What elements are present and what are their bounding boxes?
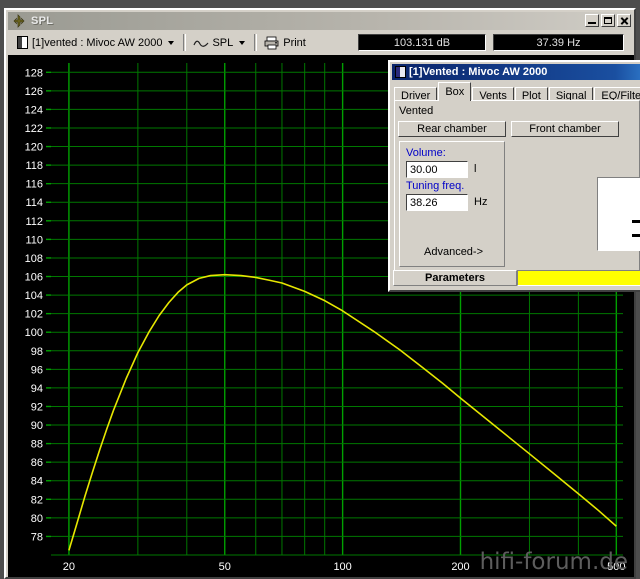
box-preview-panel — [597, 177, 640, 251]
svg-text:200: 200 — [451, 561, 469, 573]
box-tab-page: Vented Rear chamber Front chamber Volume… — [394, 100, 640, 272]
readout-db: 103.131 dB — [358, 34, 486, 51]
svg-text:20: 20 — [63, 561, 75, 573]
window-controls — [585, 14, 631, 27]
svg-text:112: 112 — [25, 216, 43, 228]
spl-title-bar[interactable]: SPL — [8, 12, 634, 30]
svg-text:110: 110 — [25, 234, 43, 246]
svg-text:96: 96 — [31, 364, 43, 376]
chevron-down-icon — [239, 40, 246, 45]
tuning-freq-input[interactable]: 38.26 — [406, 194, 468, 211]
volume-label: Volume: — [406, 147, 446, 159]
curve-icon — [193, 37, 209, 49]
svg-text:108: 108 — [25, 253, 43, 265]
svg-text:50: 50 — [219, 561, 231, 573]
toolbar-separator — [183, 34, 187, 51]
box-dialog-tabs: Driver Box Vents Plot Signal EQ/Filter — [394, 82, 640, 103]
svg-text:122: 122 — [25, 123, 43, 135]
svg-text:124: 124 — [25, 104, 43, 116]
svg-text:88: 88 — [31, 439, 43, 451]
svg-text:126: 126 — [25, 86, 43, 98]
volume-unit: l — [474, 163, 477, 175]
rear-chamber-button[interactable]: Rear chamber — [398, 121, 506, 137]
svg-text:92: 92 — [31, 401, 43, 413]
book-icon — [395, 66, 406, 78]
volume-input[interactable]: 30.00 — [406, 161, 468, 178]
svg-text:78: 78 — [31, 531, 43, 543]
svg-text:98: 98 — [31, 346, 43, 358]
box-dialog-title: [1]Vented : Mivoc AW 2000 — [409, 66, 548, 78]
front-chamber-button[interactable]: Front chamber — [511, 121, 619, 137]
svg-text:86: 86 — [31, 457, 43, 469]
box-type-label: Vented — [399, 105, 434, 117]
svg-text:118: 118 — [25, 160, 43, 172]
view-combo[interactable]: SPL — [189, 32, 252, 53]
desktop: SPL [1]vented : Mivoc AW 2000 SPL Print … — [0, 0, 640, 579]
parameters-highlight — [517, 270, 640, 286]
print-button[interactable]: Print — [260, 32, 310, 53]
box-dialog: [1]Vented : Mivoc AW 2000 Driver Box Ven… — [388, 60, 640, 292]
svg-text:114: 114 — [25, 197, 43, 209]
svg-text:106: 106 — [25, 272, 43, 284]
preview-mark-icon — [632, 220, 640, 223]
svg-text:104: 104 — [25, 290, 43, 302]
readout-hz: 37.39 Hz — [493, 34, 624, 51]
toolbar-separator — [254, 34, 258, 51]
rear-chamber-group: Volume: 30.00 l Tuning freq. 38.26 Hz Ad… — [399, 141, 505, 267]
svg-text:128: 128 — [25, 67, 43, 79]
svg-text:94: 94 — [31, 383, 43, 395]
box-dialog-title-bar[interactable]: [1]Vented : Mivoc AW 2000 — [392, 64, 640, 80]
svg-text:102: 102 — [25, 309, 43, 321]
svg-text:100: 100 — [25, 327, 43, 339]
view-combo-label: SPL — [212, 36, 234, 49]
svg-text:120: 120 — [25, 142, 43, 154]
svg-text:90: 90 — [31, 420, 43, 432]
preview-mark-icon — [632, 234, 640, 237]
tab-label: Box — [445, 86, 465, 98]
svg-text:84: 84 — [31, 476, 43, 488]
front-chamber-label: Front chamber — [529, 123, 601, 135]
move-crosshair-icon — [11, 14, 27, 28]
chevron-down-icon — [168, 40, 175, 45]
spl-window-title: SPL — [31, 15, 54, 27]
close-button[interactable] — [617, 14, 631, 27]
maximize-button[interactable] — [601, 14, 615, 27]
tuning-freq-label: Tuning freq. — [406, 180, 465, 192]
svg-text:116: 116 — [25, 179, 43, 191]
svg-text:100: 100 — [333, 561, 351, 573]
print-button-label: Print — [283, 36, 306, 49]
svg-text:500: 500 — [607, 561, 625, 573]
advanced-link[interactable]: Advanced-> — [424, 246, 483, 258]
parameters-status-bar: Parameters — [393, 270, 640, 286]
speaker-icon — [17, 36, 28, 49]
svg-text:80: 80 — [31, 513, 43, 525]
parameters-label[interactable]: Parameters — [393, 270, 517, 286]
rear-chamber-label: Rear chamber — [417, 123, 487, 135]
tuning-freq-unit: Hz — [474, 196, 488, 208]
driver-combo-label: [1]vented : Mivoc AW 2000 — [32, 36, 163, 49]
tab-box[interactable]: Box — [438, 82, 472, 101]
printer-icon — [264, 36, 280, 50]
minimize-button[interactable] — [585, 14, 599, 27]
driver-combo[interactable]: [1]vented : Mivoc AW 2000 — [13, 32, 181, 53]
svg-text:82: 82 — [31, 494, 43, 506]
